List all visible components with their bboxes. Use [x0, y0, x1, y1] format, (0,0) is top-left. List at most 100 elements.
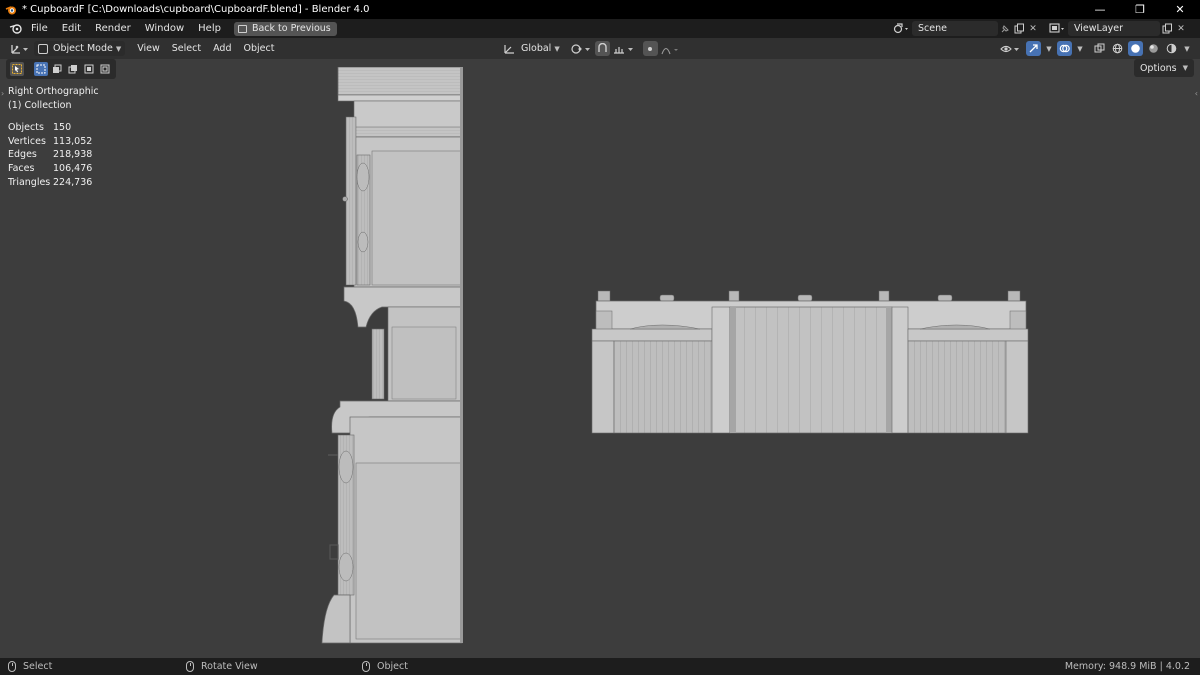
view-layer-icon[interactable]: [1046, 21, 1068, 36]
toolbar-expand-icon[interactable]: ›: [1, 89, 4, 98]
proportional-edit-icon[interactable]: [642, 41, 658, 56]
new-scene-icon[interactable]: [1012, 21, 1026, 36]
stat-value: 113,052: [53, 135, 93, 147]
collection-name: (1) Collection: [8, 100, 72, 111]
rendered-shading-icon[interactable]: [1164, 41, 1179, 56]
material-preview-icon[interactable]: [1146, 41, 1161, 56]
top-menu-bar: File Edit Render Window Help Back to Pre…: [0, 19, 1200, 38]
stat-row: Triangles 224,736: [8, 176, 92, 190]
menu-edit[interactable]: Edit: [55, 19, 88, 38]
status-select-label: Select: [23, 661, 53, 672]
select-invert-icon[interactable]: [82, 62, 96, 76]
menu-help[interactable]: Help: [191, 19, 228, 38]
view-layer-name-field[interactable]: ViewLayer: [1068, 21, 1160, 36]
select-extend-icon[interactable]: [50, 62, 64, 76]
view-layer-selector: ViewLayer ✕: [1046, 20, 1188, 37]
back-to-previous-button[interactable]: Back to Previous: [233, 21, 337, 36]
middle-mouse-icon: [186, 661, 194, 672]
memory-readout: Memory: 948.9 MiB | 4.0.2: [1065, 658, 1190, 675]
delete-view-layer-icon[interactable]: ✕: [1174, 21, 1188, 36]
delete-scene-icon[interactable]: ✕: [1026, 21, 1040, 36]
solid-shading-icon[interactable]: [1128, 41, 1143, 56]
chevron-down-icon: ▼: [115, 44, 122, 53]
stat-label: Faces: [8, 163, 35, 175]
cupboard-top-model[interactable]: [590, 289, 1032, 435]
left-mouse-icon: [8, 661, 16, 672]
select-subtract-icon[interactable]: [66, 62, 80, 76]
menu-select[interactable]: Select: [166, 43, 207, 54]
menu-object[interactable]: Object: [238, 43, 281, 54]
status-rotate-hint: Rotate View: [186, 658, 258, 675]
gizmo-toggle-icon[interactable]: [1026, 41, 1041, 56]
scene-icon[interactable]: [890, 21, 912, 36]
object-mode-label: Object Mode: [53, 43, 113, 54]
stat-label: Triangles: [8, 176, 51, 188]
scene-selector: Scene ✕: [890, 20, 1040, 37]
falloff-dropdown[interactable]: [661, 43, 681, 55]
stat-value: 224,736: [53, 176, 93, 188]
minimize-button[interactable]: —: [1080, 0, 1120, 19]
stat-label: Edges: [8, 149, 37, 161]
blender-logo-icon: [4, 3, 18, 17]
snap-toggle-icon[interactable]: [594, 41, 610, 56]
back-icon: [237, 24, 247, 33]
blender-menu-icon[interactable]: [6, 19, 24, 38]
right-mouse-icon: [362, 661, 370, 672]
editor-type-icon[interactable]: [10, 43, 30, 55]
back-to-previous-label: Back to Previous: [251, 23, 331, 34]
orientation-label: Global: [521, 43, 552, 54]
snap-target-dropdown[interactable]: [613, 43, 637, 55]
status-object-label: Object: [377, 661, 408, 672]
chevron-down-icon: ▼: [1182, 64, 1188, 72]
options-dropdown[interactable]: Options ▼: [1133, 59, 1194, 77]
3d-viewport[interactable]: Options ▼ › ‹ Right Orthographic (1) Col…: [0, 59, 1200, 658]
viewport-display-tools: ▼ ▼ ▼: [999, 41, 1192, 56]
orientation-dropdown[interactable]: Global ▼: [503, 43, 560, 55]
selection-mode-toolbar: [6, 59, 116, 79]
close-button[interactable]: ✕: [1160, 0, 1200, 19]
menu-add[interactable]: Add: [207, 43, 237, 54]
select-tool-icon[interactable]: [10, 62, 24, 76]
overlays-dropdown-icon[interactable]: ▼: [1075, 41, 1085, 56]
options-label: Options: [1139, 62, 1177, 74]
scene-name-field[interactable]: Scene: [912, 21, 998, 36]
pin-icon[interactable]: [998, 21, 1012, 36]
falloff-curve-icon: [661, 47, 678, 54]
stat-row: Edges 218,938: [8, 148, 92, 162]
stat-row: Vertices 113,052: [8, 135, 92, 149]
cupboard-side-model[interactable]: [310, 67, 470, 647]
viewport-header: Object Mode ▼ View Select Add Object Glo…: [0, 38, 1200, 59]
pivot-point-icon: [571, 43, 590, 54]
viewport-info: Right Orthographic (1) Collection: [8, 85, 99, 113]
view-layer-name: ViewLayer: [1074, 23, 1124, 34]
maximize-button[interactable]: ❐: [1120, 0, 1160, 19]
snap-increment-icon: [613, 46, 633, 54]
shading-dropdown-icon[interactable]: ▼: [1182, 41, 1192, 56]
object-mode-dropdown[interactable]: Object Mode ▼: [34, 41, 126, 56]
select-new-icon[interactable]: [34, 62, 48, 76]
memory-label: Memory: 948.9 MiB | 4.0.2: [1064, 661, 1190, 672]
status-bar: Select Rotate View Object Memory: 948.9 …: [0, 658, 1200, 675]
xray-toggle-icon[interactable]: [1092, 41, 1107, 56]
wireframe-shading-icon[interactable]: [1110, 41, 1125, 56]
status-object-hint: Object: [362, 658, 408, 675]
stat-row: Objects 150: [8, 121, 92, 135]
status-select-hint: Select: [8, 658, 52, 675]
select-intersect-icon[interactable]: [98, 62, 112, 76]
new-view-layer-icon[interactable]: [1160, 21, 1174, 36]
sidebar-expand-icon[interactable]: ‹: [1195, 89, 1198, 98]
menu-window[interactable]: Window: [138, 19, 191, 38]
menu-file[interactable]: File: [24, 19, 55, 38]
visibility-icon[interactable]: [999, 41, 1023, 56]
scene-name: Scene: [918, 23, 947, 34]
window-title-bar: * CupboardF [C:\Downloads\cupboard\Cupbo…: [0, 0, 1200, 19]
overlays-toggle-icon[interactable]: [1057, 41, 1072, 56]
stat-row: Faces 106,476: [8, 162, 92, 176]
chevron-down-icon: ▼: [554, 44, 560, 53]
menu-view[interactable]: View: [131, 43, 166, 54]
stat-label: Objects: [8, 122, 44, 133]
menu-render[interactable]: Render: [88, 19, 138, 38]
stat-value: 218,938: [53, 149, 93, 161]
gizmo-dropdown-icon[interactable]: ▼: [1044, 41, 1054, 56]
pivot-point-dropdown[interactable]: [570, 43, 592, 55]
